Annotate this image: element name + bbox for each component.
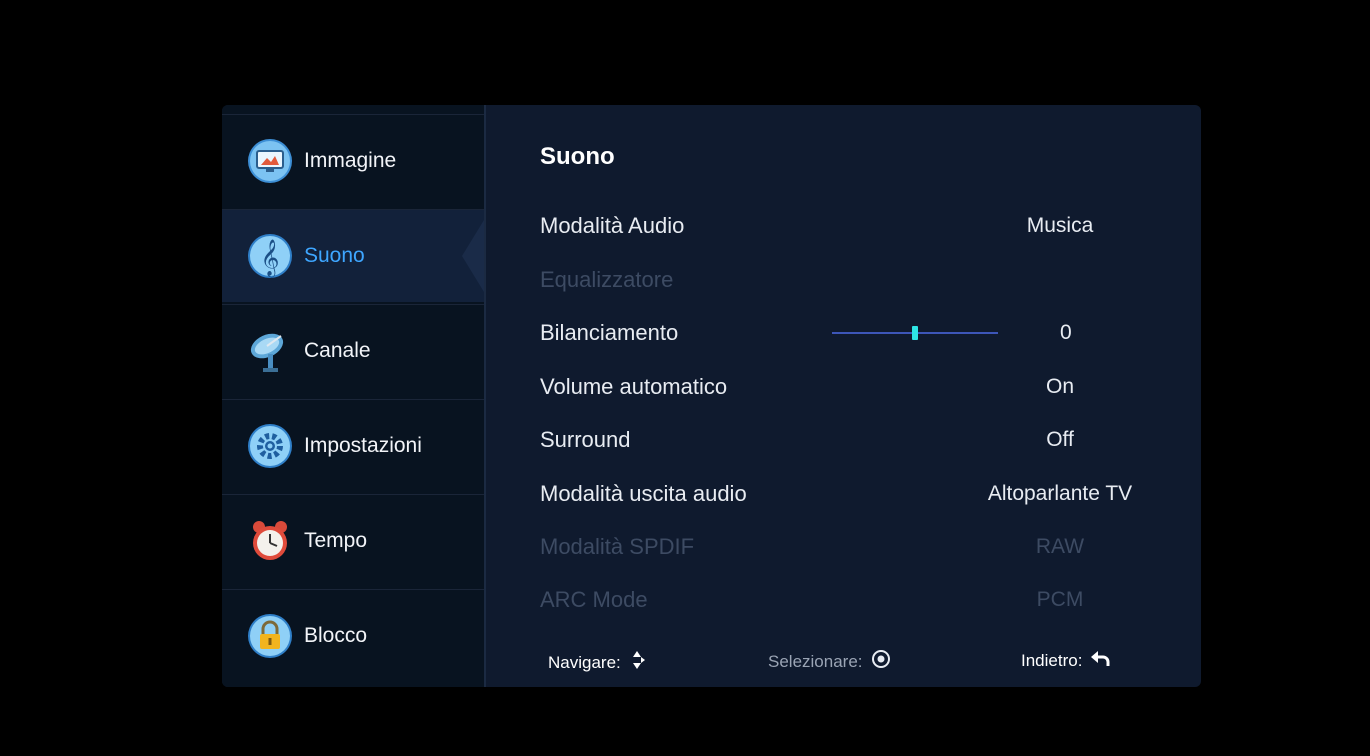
settings-menu: Immagine 𝄞 Suono Canale Impostazioni Tem… [222, 105, 1201, 687]
ok-button-icon [871, 649, 891, 674]
setting-value: RAW [1035, 535, 1085, 558]
setting-row-audio-mode[interactable]: Modalità Audio Musica [540, 206, 1160, 246]
setting-row-arc: ARC Mode PCM [540, 580, 1160, 620]
setting-value: Off [1046, 428, 1074, 451]
select-label: Selezionare: [768, 651, 863, 671]
setting-row-spdif: Modalità SPDIF RAW [540, 527, 1160, 567]
gear-icon [246, 422, 294, 470]
setting-label: Modalità SPDIF [540, 534, 695, 559]
sidebar-item-immagine[interactable]: Immagine [222, 114, 484, 207]
page-title: Suono [540, 143, 615, 170]
sidebar: Immagine 𝄞 Suono Canale Impostazioni Tem… [222, 105, 486, 687]
navigate-arrows-icon [629, 649, 645, 676]
sidebar-item-label: Canale [304, 339, 371, 362]
sidebar-item-label: Suono [304, 244, 365, 267]
sidebar-item-label: Immagine [304, 149, 397, 172]
sidebar-item-blocco[interactable]: Blocco [222, 589, 484, 682]
music-note-icon: 𝄞 [246, 232, 294, 280]
setting-value: 0 [1060, 321, 1072, 344]
setting-value: Altoparlante TV [987, 482, 1133, 505]
setting-label: Volume automatico [540, 374, 728, 399]
sidebar-item-suono[interactable]: 𝄞 Suono [222, 209, 484, 302]
picture-monitor-icon [246, 137, 294, 185]
sound-settings-panel: Suono Modalità Audio Musica Equalizzator… [486, 105, 1201, 687]
setting-row-equalizer: Equalizzatore [540, 260, 1160, 300]
setting-row-audio-output[interactable]: Modalità uscita audio Altoparlante TV [540, 474, 1160, 514]
footer-hints: Navigare: Selezionare: Indietro: [486, 645, 1201, 677]
sidebar-item-impostazioni[interactable]: Impostazioni [222, 399, 484, 492]
sidebar-item-label: Impostazioni [304, 434, 422, 457]
balance-slider[interactable] [832, 326, 998, 340]
sidebar-item-label: Blocco [304, 624, 368, 647]
setting-row-surround[interactable]: Surround Off [540, 420, 1160, 460]
slider-thumb[interactable] [912, 326, 918, 340]
setting-value: Musica [1026, 214, 1094, 237]
setting-label: Bilanciamento [540, 320, 679, 345]
back-hint: Indietro: [1021, 649, 1110, 672]
padlock-icon [246, 612, 294, 660]
back-label: Indietro: [1021, 650, 1083, 670]
setting-value: On [1045, 375, 1074, 398]
setting-row-balance[interactable]: Bilanciamento 0 [540, 313, 1160, 353]
back-arrow-icon [1090, 649, 1110, 672]
select-hint: Selezionare: [768, 649, 891, 674]
setting-row-auto-volume[interactable]: Volume automatico On [540, 367, 1160, 407]
setting-label: Surround [540, 427, 631, 452]
sidebar-item-label: Tempo [304, 529, 368, 552]
alarm-clock-icon [246, 517, 294, 565]
sidebar-item-tempo[interactable]: Tempo [222, 494, 484, 587]
navigate-hint: Navigare: [548, 649, 645, 676]
sidebar-item-canale[interactable]: Canale [222, 304, 484, 397]
setting-label: Modalità uscita audio [540, 481, 747, 506]
active-indicator [462, 220, 484, 292]
satellite-dish-icon [246, 327, 294, 375]
setting-label: Equalizzatore [540, 267, 674, 292]
setting-value: PCM [1036, 588, 1084, 611]
navigate-label: Navigare: [548, 652, 621, 672]
setting-label: ARC Mode [540, 587, 648, 612]
setting-label: Modalità Audio [540, 213, 685, 238]
svg-text:𝄞: 𝄞 [261, 238, 280, 277]
